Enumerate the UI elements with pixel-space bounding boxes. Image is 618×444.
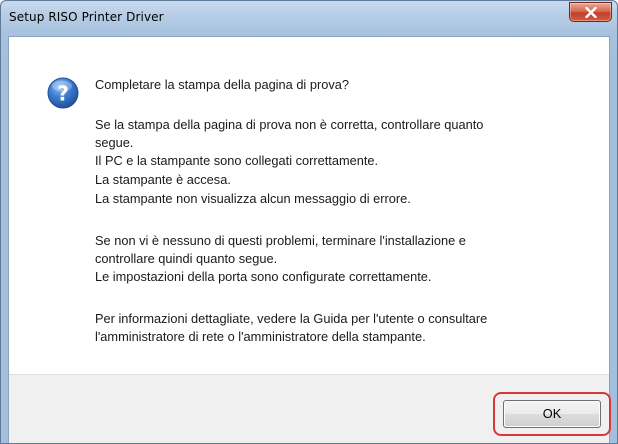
title-bar[interactable]: Setup RISO Printer Driver xyxy=(1,1,617,37)
close-button[interactable] xyxy=(569,2,612,22)
paragraph-2-line-1: Se non vi è nessuno di questi problemi, … xyxy=(95,233,466,248)
message-area: ? Completare la stampa della pagina di p… xyxy=(9,37,609,374)
ok-button[interactable]: OK xyxy=(503,400,601,428)
paragraph-1-line-1: Se la stampa della pagina di prova non è… xyxy=(95,117,484,132)
paragraph-2-line-2: controllare quindi quanto segue. xyxy=(95,251,278,266)
question-icon: ? xyxy=(47,77,79,109)
dialog-client-area: ? Completare la stampa della pagina di p… xyxy=(8,36,611,443)
svg-text:?: ? xyxy=(57,82,69,106)
paragraph-1-line-2: segue. xyxy=(95,135,134,150)
message-heading: Completare la stampa della pagina di pro… xyxy=(95,77,349,92)
check-item-error-message: La stampante non visualizza alcun messag… xyxy=(95,191,411,206)
paragraph-3-line-2: l'amministratore di rete o l'amministrat… xyxy=(95,329,426,344)
paragraph-3-line-1: Per informazioni dettagliate, vedere la … xyxy=(95,311,488,326)
dialog-window: Setup RISO Printer Driver ? Completare l… xyxy=(0,0,618,444)
close-icon xyxy=(585,7,597,18)
check-item-power: La stampante è accesa. xyxy=(95,172,231,187)
check-item-connection: Il PC e la stampante sono collegati corr… xyxy=(95,153,379,168)
button-bar: OK xyxy=(9,374,611,443)
check-item-port-settings: Le impostazioni della porta sono configu… xyxy=(95,269,432,284)
window-title: Setup RISO Printer Driver xyxy=(9,10,164,24)
